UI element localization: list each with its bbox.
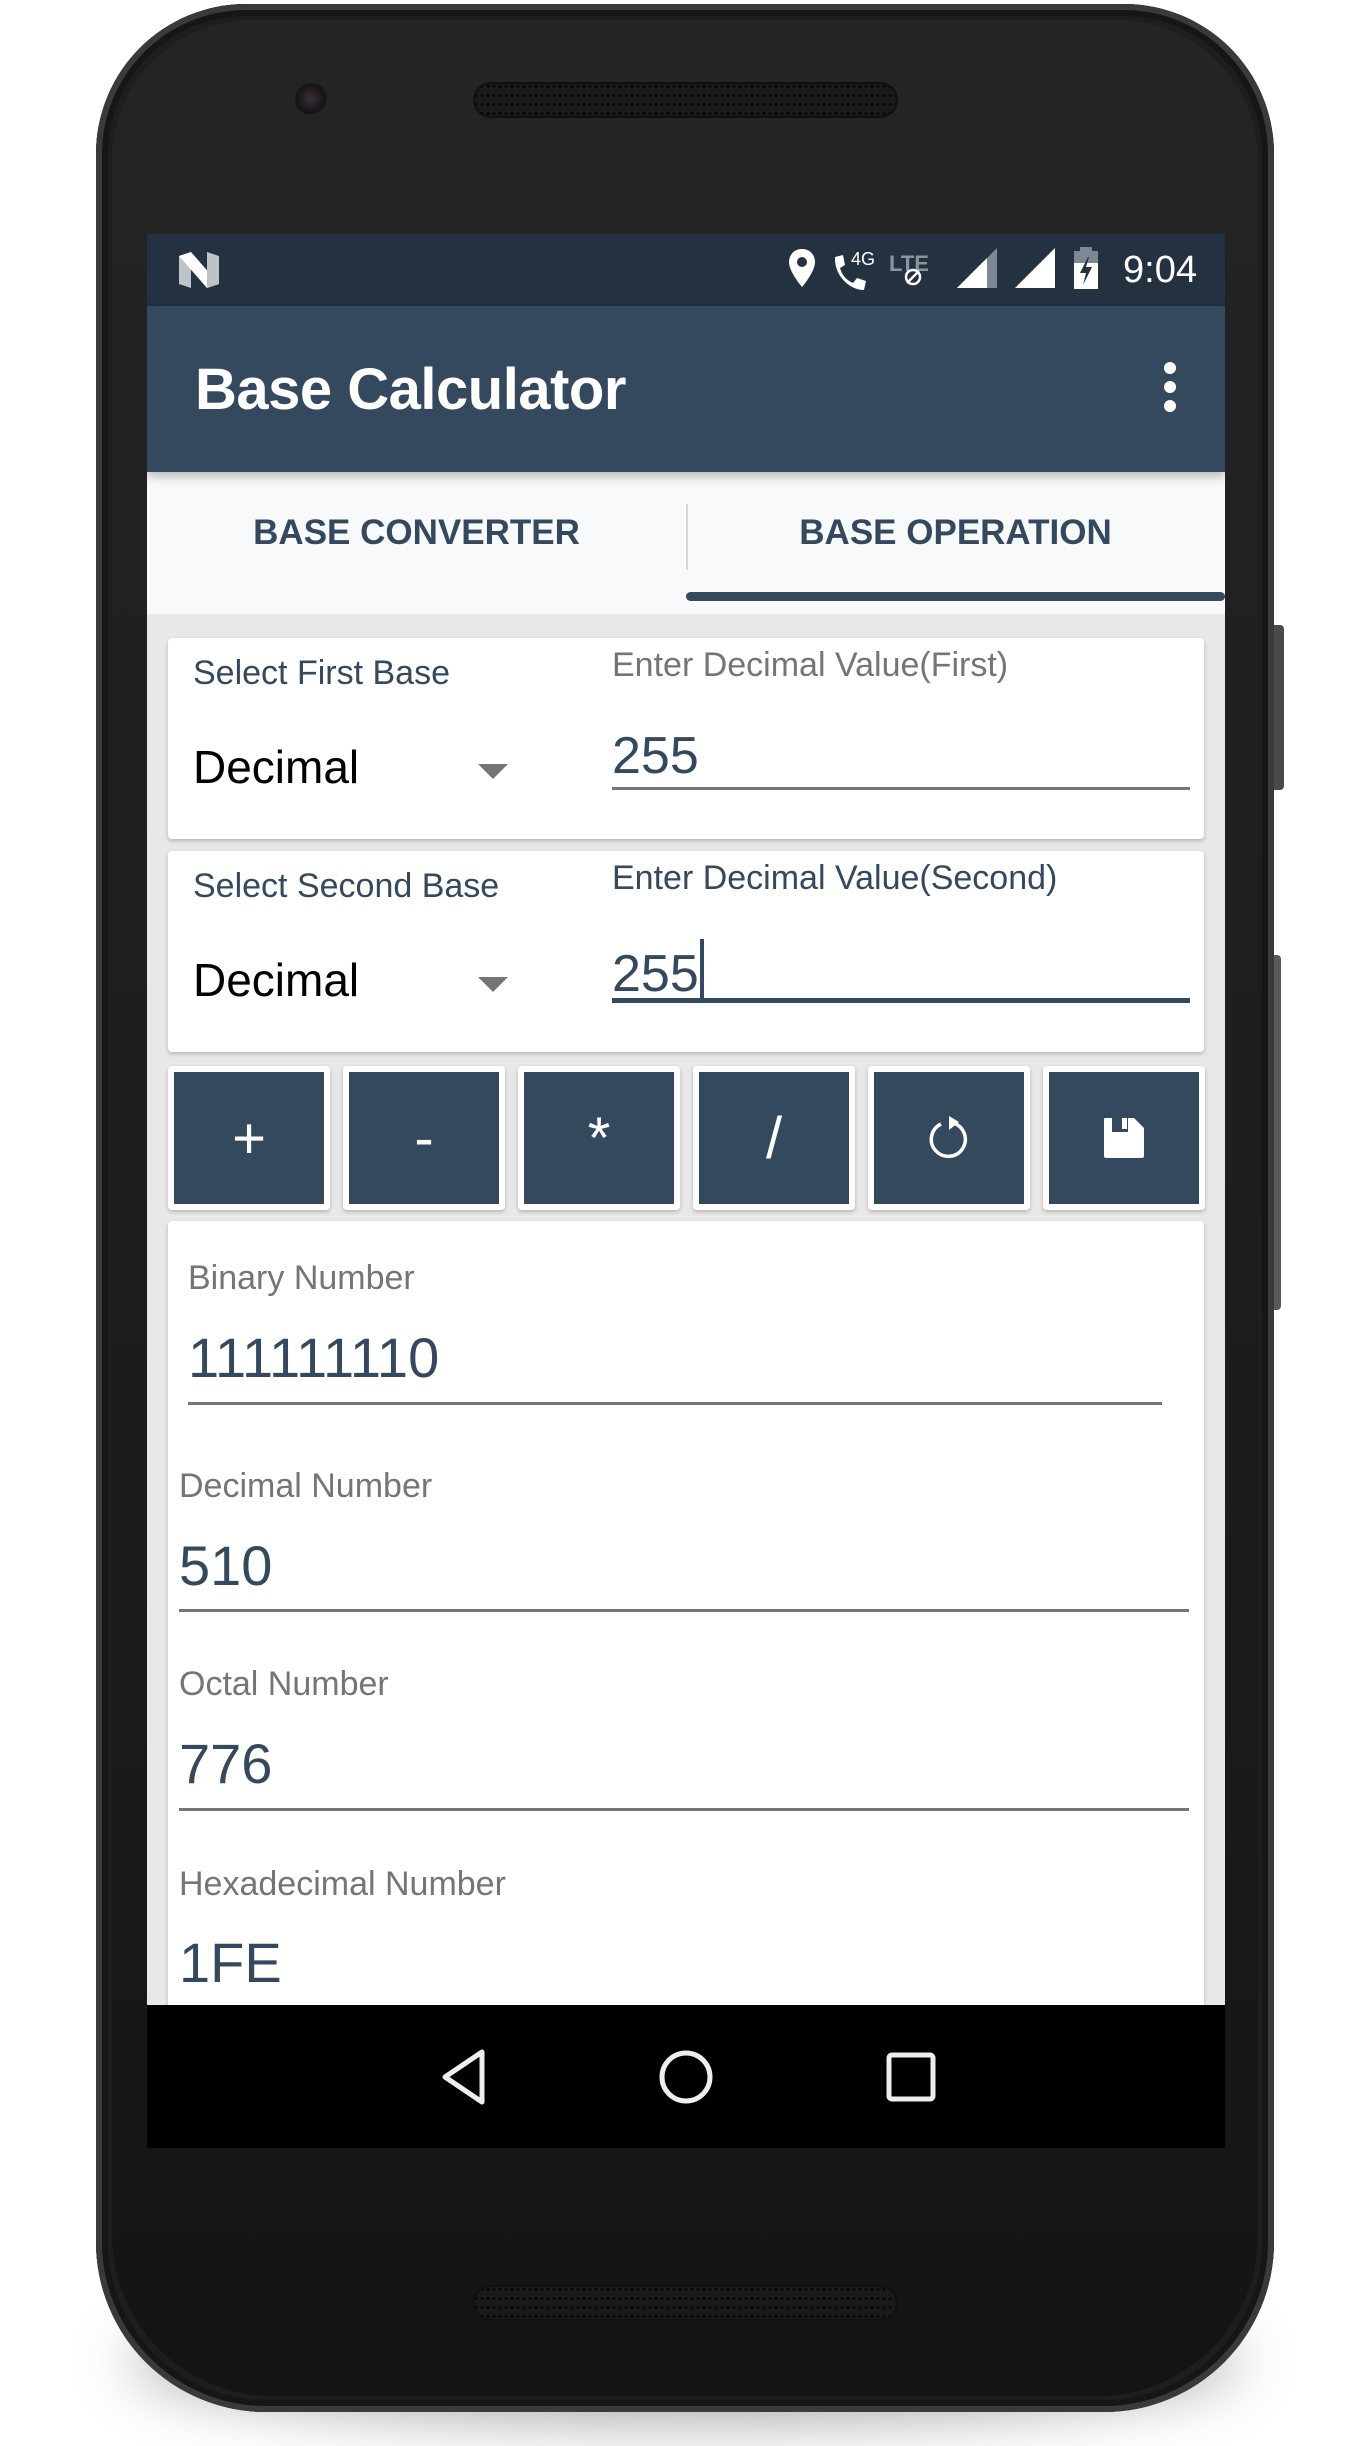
back-button[interactable] [394,2005,534,2148]
save-button[interactable] [1043,1066,1205,1210]
active-tab-indicator [686,592,1225,601]
front-camera [295,83,329,117]
multiply-button[interactable]: * [518,1066,680,1210]
text-cursor [699,939,704,1001]
refresh-icon [929,1116,967,1159]
lte-disabled-icon: LTE [889,247,941,293]
first-base-selected: Decimal [193,741,360,793]
subtract-label: - [349,1072,499,1204]
divide-label: / [699,1072,849,1204]
app-bar: Base Calculator [147,306,1225,472]
save-icon [1104,1118,1144,1158]
subtract-button[interactable]: - [343,1066,505,1210]
back-icon [442,2049,485,2104]
octal-label: Octal Number [179,1665,389,1703]
binary-underline [188,1402,1162,1405]
device-screen: 4G LTE 9:04 Base Calculator BASE CONVERT… [147,234,1225,2148]
android-n-icon [177,250,221,295]
tab-bar: BASE CONVERTER BASE OPERATION [147,472,1225,614]
location-icon [787,247,817,294]
binary-value[interactable]: 111111110 [188,1325,439,1390]
clock: 9:04 [1123,248,1197,291]
first-value-underline [612,787,1190,790]
battery-charging-icon [1071,245,1101,296]
operation-buttons: + - * / [168,1066,1208,1210]
dropdown-arrow-icon [478,764,508,779]
save-button-face [1049,1072,1199,1204]
first-input-card: Select First Base Decimal Enter Decimal … [168,638,1204,839]
power-button [1274,625,1284,790]
second-value-underline [612,998,1190,1003]
second-value-text: 255 [612,945,699,1003]
dropdown-arrow-icon [478,977,508,992]
second-base-label: Select Second Base [193,867,500,905]
second-base-selected: Decimal [193,954,360,1006]
hexadecimal-label: Hexadecimal Number [179,1865,506,1903]
second-value-label: Enter Decimal Value(Second) [612,859,1058,897]
octal-value[interactable]: 776 [179,1731,272,1796]
reset-button-face [874,1072,1024,1204]
second-value-input[interactable]: 255 [612,933,1190,1003]
multiply-label: * [524,1072,674,1204]
second-value-field: 255 [612,939,704,1004]
decimal-label: Decimal Number [179,1467,433,1505]
signal-icon [955,246,999,295]
first-base-spinner[interactable]: Decimal [193,726,538,806]
signal-full-icon [1013,246,1057,295]
app-title: Base Calculator [195,357,626,422]
binary-label: Binary Number [188,1259,415,1297]
first-base-label: Select First Base [193,654,450,692]
home-icon [659,2050,713,2103]
status-icons: 4G LTE 9:04 [787,234,1197,306]
second-base-spinner[interactable]: Decimal [193,939,538,1019]
hexadecimal-value[interactable]: 1FE [179,1930,282,1995]
results-card: Binary Number 111111110 Decimal Number 5… [168,1221,1204,2011]
overflow-menu-button[interactable] [1155,358,1185,418]
wifi-calling-4g-icon: 4G [831,247,875,293]
volume-rocker [1274,955,1281,1310]
decimal-underline [179,1609,1189,1612]
recents-button[interactable] [841,2005,981,2148]
add-label: + [174,1072,324,1204]
recents-icon [886,2052,936,2101]
navigation-bar [147,2005,1225,2148]
octal-underline [179,1808,1189,1811]
add-button[interactable]: + [168,1066,330,1210]
reset-button[interactable] [868,1066,1030,1210]
tab-base-converter[interactable]: BASE CONVERTER [147,472,686,614]
status-bar: 4G LTE 9:04 [147,234,1225,306]
decimal-value[interactable]: 510 [179,1533,272,1598]
first-value-label: Enter Decimal Value(First) [612,646,1009,684]
first-value-text: 255 [612,727,699,785]
earpiece-speaker [473,82,898,118]
divide-button[interactable]: / [693,1066,855,1210]
more-vert-icon [1164,362,1176,412]
bottom-speaker [473,2285,898,2321]
first-value-input[interactable]: 255 [612,720,1190,790]
home-button[interactable] [616,2005,756,2148]
second-input-card: Select Second Base Decimal Enter Decimal… [168,851,1204,1052]
network-type-label: 4G [851,249,876,269]
